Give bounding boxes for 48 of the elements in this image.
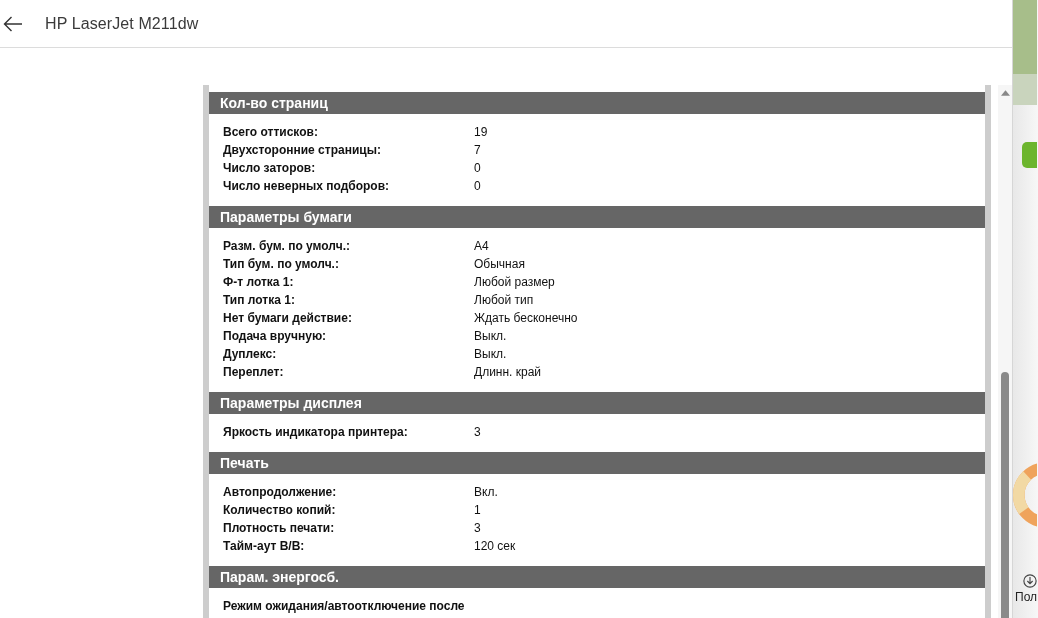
- setting-label: Дуплекс:: [223, 346, 278, 363]
- setting-label: Нет бумаги действие:: [223, 310, 353, 327]
- setting-value: Обычная: [474, 256, 525, 273]
- scrollbar-thumb[interactable]: [1001, 372, 1009, 618]
- setting-label: Режим ожидания/автоотключение после: [223, 598, 466, 615]
- setting-value: 19: [474, 124, 488, 141]
- section-header: Кол-во страниц: [209, 92, 985, 114]
- setting-label: Автопродолжение:: [223, 484, 338, 501]
- setting-label: Двухсторонние страницы:: [223, 142, 382, 159]
- setting-value: 0: [474, 178, 481, 195]
- section-header: Параметры бумаги: [209, 206, 985, 228]
- setting-label: Тайм-аут В/В:: [223, 538, 306, 555]
- setting-label: Переплет:: [223, 364, 285, 381]
- scroll-up-arrow-icon[interactable]: [1000, 90, 1010, 96]
- setting-label: Ф-т лотка 1:: [223, 274, 295, 291]
- section-header: Печать: [209, 452, 985, 474]
- setting-value: Выкл.: [474, 346, 507, 363]
- setting-value: 3: [474, 424, 481, 441]
- side-panel-label: Пол: [1015, 590, 1038, 604]
- setting-value: 1: [474, 502, 481, 519]
- setting-value: 120 сек: [474, 538, 516, 555]
- setting-label: Тип лотка 1:: [223, 292, 296, 309]
- setting-label: Подача вручную:: [223, 328, 328, 345]
- setting-value: Вкл.: [474, 484, 498, 501]
- setting-value: 0: [474, 160, 481, 177]
- setting-label: Количество копий:: [223, 502, 337, 519]
- section-header: Параметры дисплея: [209, 392, 985, 414]
- setting-value: Любой размер: [474, 274, 555, 291]
- download-icon[interactable]: [1023, 574, 1038, 588]
- setting-value: Выкл.: [474, 328, 507, 345]
- setting-label: Яркость индикатора принтера:: [223, 424, 409, 441]
- scrollbar-track[interactable]: [998, 85, 1012, 618]
- setting-label: Разм. бум. по умолч.:: [223, 238, 351, 255]
- setting-label: Число неверных подборов:: [223, 178, 391, 195]
- back-arrow-icon[interactable]: [3, 15, 23, 32]
- setting-label: Тип бум. по умолч.:: [223, 256, 340, 273]
- setting-value: A4: [474, 238, 489, 255]
- setting-label: Всего оттисков:: [223, 124, 319, 141]
- setting-label: Плотность печати:: [223, 520, 336, 537]
- setting-label: Число заторов:: [223, 160, 317, 177]
- setting-value: Длинн. край: [474, 364, 542, 381]
- setting-value: Любой тип: [474, 292, 534, 309]
- window-title: HP LaserJet M211dw: [45, 14, 199, 33]
- action-button[interactable]: [1022, 142, 1038, 168]
- setting-value: Ждать бесконечно: [474, 310, 578, 327]
- setting-value: 7: [474, 142, 481, 159]
- setting-value: 3: [474, 520, 481, 537]
- section-header: Парам. энергосб.: [209, 566, 985, 588]
